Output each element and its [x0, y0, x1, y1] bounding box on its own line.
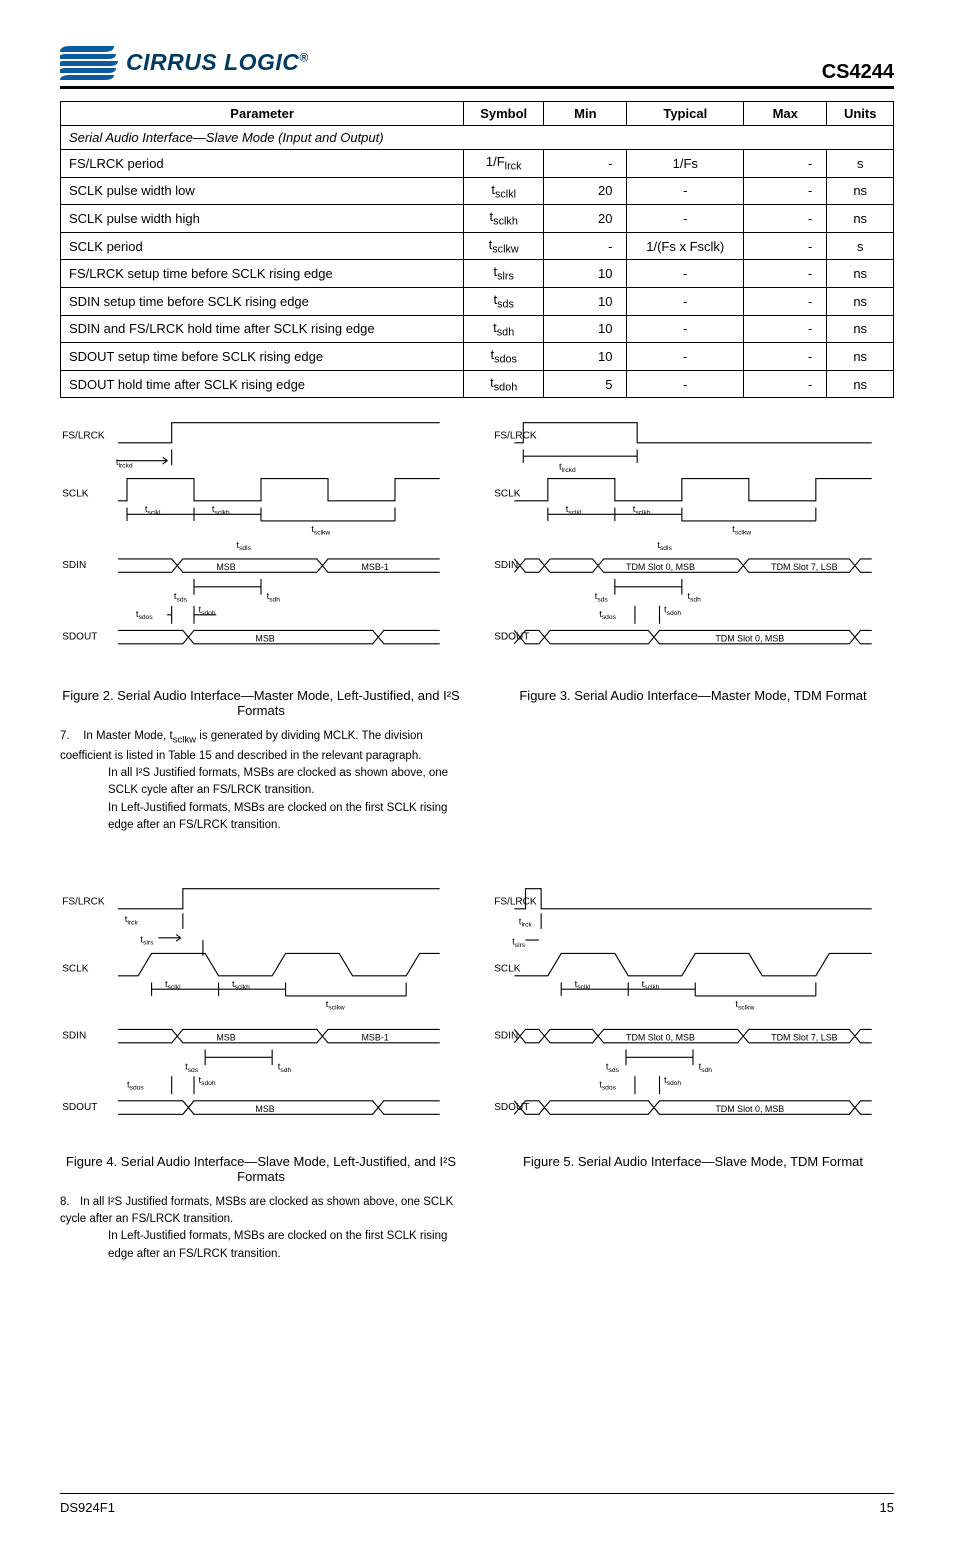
svg-text:FS/LRCK: FS/LRCK: [494, 896, 537, 907]
svg-text:tsdoh: tsdoh: [198, 1075, 215, 1087]
svg-text:tsdos: tsdos: [599, 609, 616, 621]
spec-table: Parameter Symbol Min Typical Max Units S…: [60, 101, 894, 398]
figure-2: FS/LRCK tlrckd SCLK tsclkl tsclkh tsclkw…: [60, 416, 462, 864]
svg-text:TDM Slot 0, MSB: TDM Slot 0, MSB: [626, 1033, 695, 1043]
svg-text:SDOUT: SDOUT: [494, 1102, 529, 1113]
page-number: 15: [880, 1500, 894, 1515]
svg-text:MSB-1: MSB-1: [361, 562, 388, 572]
svg-text:tsdh: tsdh: [699, 1062, 713, 1074]
svg-text:tsdls: tsdls: [657, 540, 672, 552]
svg-text:SDOUT: SDOUT: [62, 632, 97, 643]
svg-text:tsclkl: tsclkl: [566, 504, 582, 516]
svg-text:tsclkw: tsclkw: [732, 524, 751, 536]
svg-text:FS/LRCK: FS/LRCK: [62, 431, 105, 442]
svg-text:SDOUT: SDOUT: [62, 1102, 97, 1113]
th-units: Units: [827, 102, 894, 126]
svg-text:tsds: tsds: [185, 1062, 199, 1074]
svg-text:tsds: tsds: [174, 591, 188, 603]
svg-text:tsds: tsds: [606, 1062, 620, 1074]
svg-text:tsclkw: tsclkw: [735, 999, 754, 1011]
fig2-caption: Figure 2. Serial Audio Interface—Master …: [60, 688, 462, 718]
svg-text:tsdh: tsdh: [267, 591, 281, 603]
fig4-note: 8.In all I²S Justified formats, MSBs are…: [60, 1194, 462, 1263]
svg-text:tsclkw: tsclkw: [326, 999, 345, 1011]
svg-text:tsclkh: tsclkh: [212, 504, 230, 516]
svg-text:tsdos: tsdos: [127, 1080, 144, 1092]
svg-text:SCLK: SCLK: [62, 963, 89, 974]
svg-text:tsdos: tsdos: [136, 609, 153, 621]
table-row: SCLK pulse width lowtsclkl20--ns: [61, 177, 894, 205]
svg-text:tsdls: tsdls: [236, 540, 251, 552]
svg-text:tsclkl: tsclkl: [145, 504, 161, 516]
svg-text:SDIN: SDIN: [494, 560, 518, 571]
svg-text:tlrck: tlrck: [125, 914, 139, 926]
table-row: SDOUT hold time after SCLK rising edgets…: [61, 370, 894, 398]
svg-text:tsdh: tsdh: [687, 591, 701, 603]
figure-3: FS/LRCK tlrckd SCLK tsclkl tsclkh tsclkw…: [492, 416, 894, 864]
svg-text:tsclkl: tsclkl: [165, 979, 181, 991]
svg-text:TDM Slot 7, LSB: TDM Slot 7, LSB: [771, 1033, 837, 1043]
svg-text:SCLK: SCLK: [62, 489, 89, 500]
svg-text:tsdh: tsdh: [278, 1062, 292, 1074]
svg-text:TDM Slot 0, MSB: TDM Slot 0, MSB: [626, 562, 695, 572]
table-row: SCLK pulse width hightsclkh20--ns: [61, 205, 894, 233]
svg-text:TDM Slot 7, LSB: TDM Slot 7, LSB: [771, 562, 837, 572]
product-name: CS4244: [822, 61, 894, 84]
th-min: Min: [544, 102, 627, 126]
svg-text:tlrckd: tlrckd: [116, 457, 133, 469]
svg-text:TDM Slot 0, MSB: TDM Slot 0, MSB: [715, 634, 784, 644]
svg-text:SDIN: SDIN: [62, 1030, 86, 1041]
table-row: FS/LRCK period1/Flrck-1/Fs-s: [61, 150, 894, 178]
brand-logo: CIRRUS LOGIC®: [60, 40, 309, 84]
cirrus-logo-icon: [60, 40, 120, 84]
svg-text:FS/LRCK: FS/LRCK: [62, 896, 105, 907]
svg-text:tsds: tsds: [595, 591, 609, 603]
table-row: SDIN setup time before SCLK rising edget…: [61, 287, 894, 315]
svg-text:FS/LRCK: FS/LRCK: [494, 431, 537, 442]
th-max: Max: [744, 102, 827, 126]
figure-4: FS/LRCK tlrck tslrs SCLK tsclkl tsclkh t…: [60, 882, 462, 1293]
table-row: SDIN and FS/LRCK hold time after SCLK ri…: [61, 315, 894, 343]
svg-text:tsclkw: tsclkw: [311, 524, 330, 536]
svg-text:TDM Slot 0, MSB: TDM Slot 0, MSB: [715, 1104, 784, 1114]
svg-text:tlrckd: tlrckd: [559, 462, 576, 474]
svg-text:tsclkl: tsclkl: [575, 979, 591, 991]
svg-text:tslrs: tslrs: [140, 934, 154, 946]
fig3-caption: Figure 3. Serial Audio Interface—Master …: [492, 688, 894, 703]
svg-text:MSB-1: MSB-1: [361, 1033, 388, 1043]
table-row: SDOUT setup time before SCLK rising edge…: [61, 343, 894, 371]
svg-text:SDIN: SDIN: [494, 1030, 518, 1041]
th-parameter: Parameter: [61, 102, 464, 126]
svg-text:tlrck: tlrck: [519, 917, 533, 929]
section-title: Serial Audio Interface—Slave Mode (Input…: [61, 126, 894, 150]
svg-text:MSB: MSB: [216, 562, 235, 572]
svg-text:MSB: MSB: [255, 634, 274, 644]
svg-text:tsdoh: tsdoh: [198, 605, 215, 617]
page-header: CIRRUS LOGIC® CS4244: [60, 40, 894, 89]
svg-text:MSB: MSB: [216, 1033, 235, 1043]
table-row: SCLK periodtsclkw-1/(Fs x Fsclk)-s: [61, 232, 894, 260]
table-row: FS/LRCK setup time before SCLK rising ed…: [61, 260, 894, 288]
svg-text:SDIN: SDIN: [62, 560, 86, 571]
svg-text:tsclkh: tsclkh: [642, 979, 660, 991]
page-footer: DS924F1 15: [60, 1493, 894, 1515]
svg-text:SCLK: SCLK: [494, 963, 521, 974]
svg-text:MSB: MSB: [255, 1104, 274, 1114]
fig5-caption: Figure 5. Serial Audio Interface—Slave M…: [492, 1154, 894, 1169]
svg-text:tsdoh: tsdoh: [664, 605, 681, 617]
svg-text:tsdoh: tsdoh: [664, 1075, 681, 1087]
fig4-caption: Figure 4. Serial Audio Interface—Slave M…: [60, 1154, 462, 1184]
th-typ: Typical: [627, 102, 744, 126]
svg-text:SCLK: SCLK: [494, 489, 521, 500]
svg-text:tslrs: tslrs: [512, 937, 526, 949]
figure-5: FS/LRCK tlrck tslrs SCLK tsclkl tsclkh t…: [492, 882, 894, 1293]
th-symbol: Symbol: [464, 102, 544, 126]
brand-name: CIRRUS LOGIC®: [126, 49, 309, 76]
svg-text:SDOUT: SDOUT: [494, 632, 529, 643]
svg-text:tsclkh: tsclkh: [633, 504, 651, 516]
fig2-note: 7. In Master Mode, tsclkw is generated b…: [60, 728, 462, 834]
doc-id: DS924F1: [60, 1500, 115, 1515]
svg-text:tsdos: tsdos: [599, 1080, 616, 1092]
svg-text:tsclkh: tsclkh: [232, 979, 250, 991]
